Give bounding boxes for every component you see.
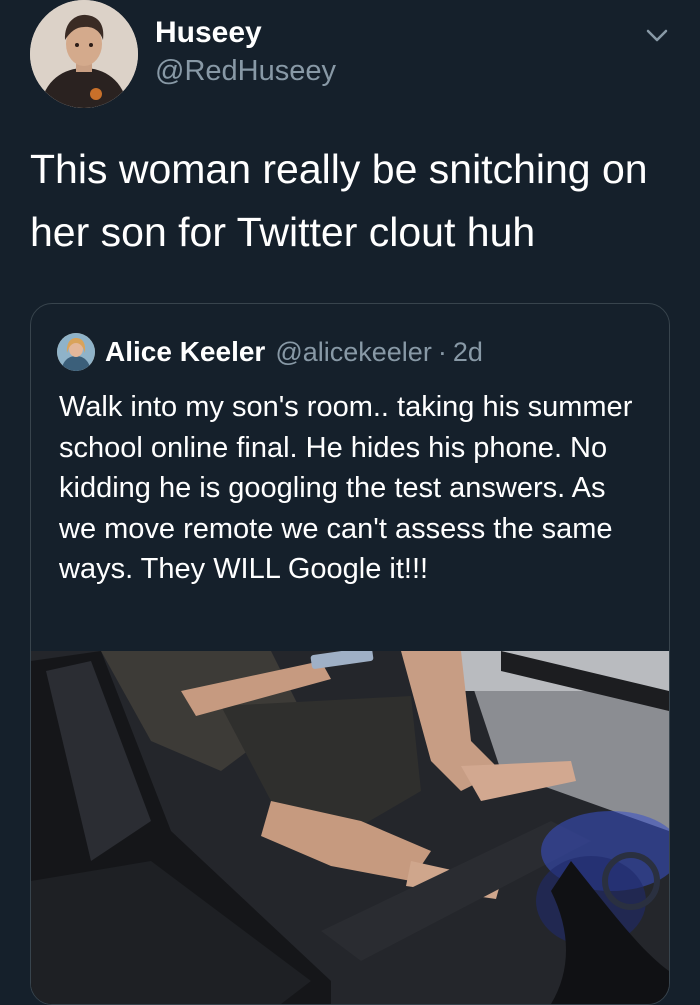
chevron-down-icon[interactable]: [644, 24, 670, 46]
author-handle[interactable]: @RedHuseey: [155, 52, 336, 90]
quoted-author-handle[interactable]: @alicekeeler: [275, 337, 431, 368]
author-avatar[interactable]: [30, 0, 138, 108]
quoted-tweet-photo[interactable]: [31, 651, 669, 1004]
quoted-author-avatar[interactable]: [57, 333, 95, 371]
quoted-tweet-header: Alice Keeler @alicekeeler · 2d: [57, 332, 483, 372]
separator-dot: ·: [437, 336, 447, 367]
author-info: Huseey @RedHuseey: [155, 14, 336, 90]
tweet-text: This woman really be snitching on her so…: [30, 146, 648, 255]
quoted-tweet-text: Walk into my son's room.. taking his sum…: [59, 391, 633, 585]
quoted-tweet-timestamp[interactable]: 2d: [453, 337, 483, 368]
quoted-tweet-card[interactable]: Alice Keeler @alicekeeler · 2d Walk into…: [30, 303, 670, 1005]
avatar-icon: [30, 0, 138, 108]
quoted-author-display-name[interactable]: Alice Keeler: [105, 336, 265, 368]
avatar-icon: [57, 333, 95, 371]
tweet-header: Huseey @RedHuseey: [30, 0, 680, 110]
photo-icon: [31, 651, 669, 1004]
author-display-name[interactable]: Huseey: [155, 14, 336, 52]
